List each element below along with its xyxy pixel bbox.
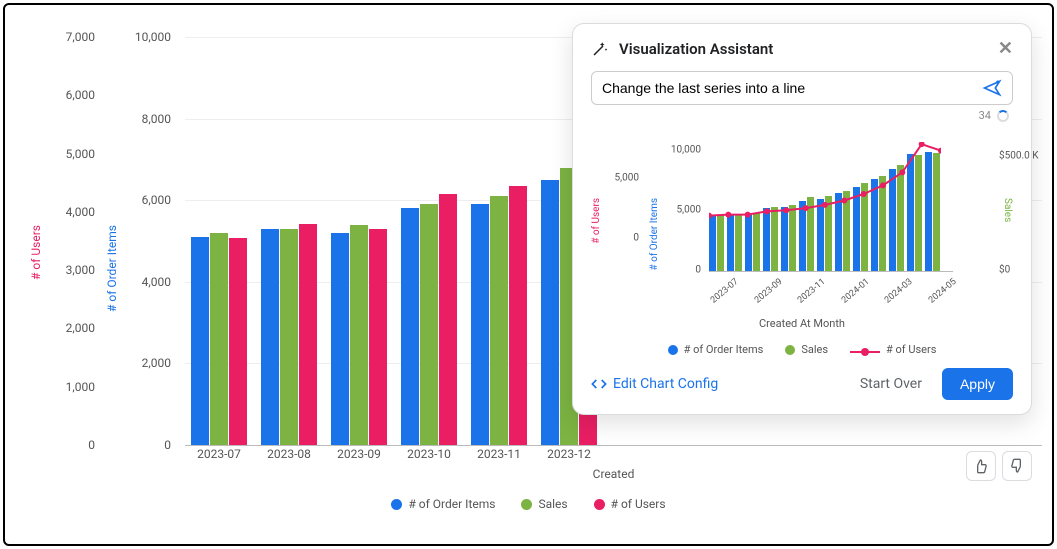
x-axis-label: Created	[185, 467, 1042, 481]
bar-group	[261, 224, 317, 445]
close-icon[interactable]: ✕	[998, 38, 1013, 59]
thumbs-up-icon[interactable]	[966, 451, 996, 481]
bar-group	[191, 233, 247, 445]
bar-group	[471, 186, 527, 445]
axis-label-order-items: # of Order Items	[105, 225, 119, 312]
edit-chart-config-link[interactable]: Edit Chart Config	[591, 376, 718, 392]
bar-group	[331, 225, 387, 445]
spinner-icon	[997, 110, 1009, 122]
preview-axis-users: # of Users	[591, 198, 602, 244]
preview-legend-users: # of Users	[850, 343, 936, 356]
legend-item-order-items: # of Order Items	[391, 497, 495, 511]
visualization-assistant-panel: Visualization Assistant ✕ 34 # of Users …	[572, 23, 1032, 415]
token-counter: 34	[591, 109, 1013, 122]
preview-x-label: Created At Month	[591, 317, 1013, 330]
panel-header: Visualization Assistant ✕	[591, 38, 1013, 59]
axis-label-users: # of Users	[29, 225, 43, 280]
send-icon[interactable]	[982, 78, 1002, 98]
feedback-row	[966, 451, 1032, 481]
preview-legend-items: # of Order Items	[668, 343, 764, 356]
preview-legend-sales: Sales	[785, 343, 828, 356]
start-over-button[interactable]: Start Over	[850, 370, 932, 398]
legend-item-users: # of Users	[594, 497, 666, 511]
assistant-input-row	[591, 71, 1013, 105]
preview-legend: # of Order Items Sales # of Users	[591, 343, 1013, 356]
assistant-input[interactable]	[602, 80, 982, 96]
apply-button[interactable]: Apply	[942, 368, 1013, 400]
wand-icon	[591, 40, 609, 58]
x-axis-categories: 2023-072023-082023-092023-102023-112023-…	[185, 447, 1042, 461]
preview-x-categories: 2023-072023-092023-112024-012024-032024-…	[709, 298, 953, 308]
code-icon	[591, 376, 607, 392]
chart-legend: # of Order Items Sales # of Users	[15, 497, 1042, 511]
panel-actions: Edit Chart Config Start Over Apply	[591, 368, 1013, 400]
bar-group	[401, 194, 457, 445]
preview-chart: # of Users # of Order Items Sales 0 5,00…	[591, 128, 1013, 358]
legend-item-sales: Sales	[521, 497, 567, 511]
preview-axis-sales: Sales	[1002, 198, 1013, 222]
thumbs-down-icon[interactable]	[1002, 451, 1032, 481]
panel-title: Visualization Assistant	[619, 40, 773, 58]
preview-bars	[709, 142, 953, 272]
preview-axis-order-items: # of Order Items	[649, 198, 660, 271]
